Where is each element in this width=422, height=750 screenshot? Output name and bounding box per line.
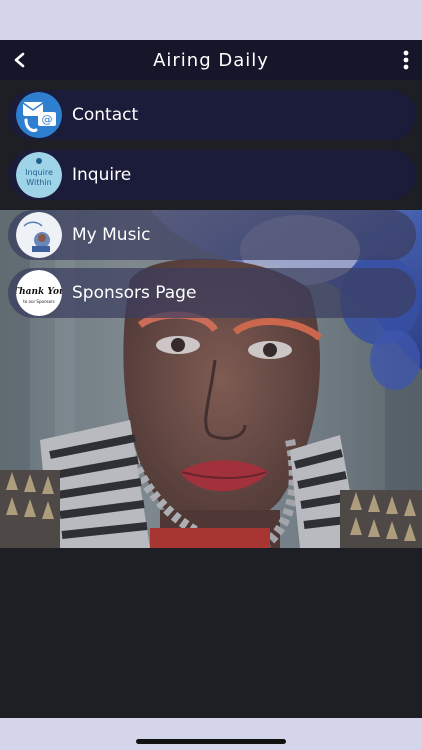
- menu-item-label: My Music: [72, 225, 151, 245]
- menu-item-sponsors-page[interactable]: Thank You to our Sponsors Sponsors Page: [8, 268, 416, 318]
- app-screen: Airing Daily @ Contact Inquire Within In…: [0, 40, 422, 718]
- menu-item-label: Contact: [72, 105, 139, 125]
- page-title: Airing Daily: [153, 49, 269, 71]
- svg-text:Inquire: Inquire: [25, 168, 53, 177]
- status-bar: [0, 0, 422, 40]
- more-options-button[interactable]: [398, 46, 414, 74]
- menu-item-label: Sponsors Page: [72, 283, 197, 303]
- menu-item-label: Inquire: [72, 165, 132, 185]
- thank-you-icon: Thank You to our Sponsors: [16, 270, 62, 316]
- more-vertical-icon: [403, 50, 409, 70]
- menu-item-my-music[interactable]: My Music: [8, 210, 416, 260]
- inquire-within-icon: Inquire Within: [16, 152, 62, 198]
- menu-item-inquire[interactable]: Inquire Within Inquire: [8, 150, 416, 200]
- navigation-bar: Airing Daily: [0, 40, 422, 80]
- svg-text:Thank You: Thank You: [16, 287, 62, 297]
- svg-text:@: @: [42, 113, 53, 126]
- menu-item-contact[interactable]: @ Contact: [8, 90, 416, 140]
- artist-portrait-image: [0, 210, 422, 548]
- back-button[interactable]: [6, 46, 34, 74]
- home-indicator[interactable]: [136, 739, 286, 744]
- contact-envelope-phone-icon: @: [16, 92, 62, 138]
- svg-text:to our Sponsors: to our Sponsors: [23, 299, 55, 304]
- chevron-left-icon: [14, 52, 25, 68]
- music-artist-icon: [16, 212, 62, 258]
- hero-image: [0, 210, 422, 548]
- svg-text:Within: Within: [26, 178, 51, 187]
